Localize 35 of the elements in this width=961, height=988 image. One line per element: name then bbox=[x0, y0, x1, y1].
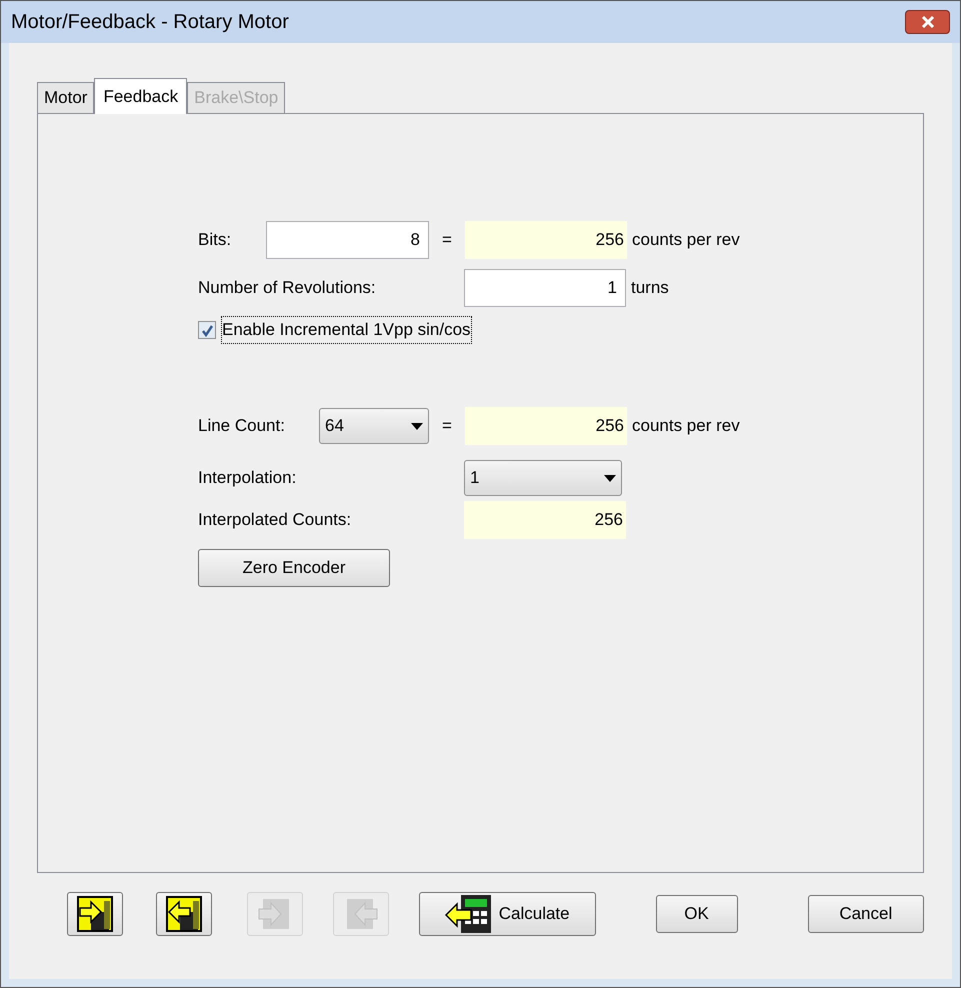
toolbar-button[interactable] bbox=[156, 892, 212, 936]
checkbox-icon bbox=[198, 321, 216, 339]
zero-encoder-button[interactable]: Zero Encoder bbox=[198, 549, 390, 587]
field-label: Line Count: bbox=[198, 415, 286, 438]
dropdown[interactable]: 64 bbox=[319, 408, 429, 444]
unit-label: turns bbox=[631, 277, 669, 300]
field-label: Interpolation: bbox=[198, 467, 298, 490]
toolbar-button[interactable] bbox=[67, 892, 123, 936]
field-label: Number of Revolutions: bbox=[198, 277, 377, 300]
field-label: Interpolated Counts: bbox=[198, 509, 352, 532]
readout-field: 256 bbox=[465, 407, 627, 445]
input-field[interactable]: 1 bbox=[464, 269, 626, 307]
calculate-button[interactable]: Calculate bbox=[418, 892, 596, 936]
field-label: Bits: bbox=[198, 229, 232, 252]
checkbox[interactable]: Enable Incremental 1Vpp sin/cos bbox=[198, 317, 471, 343]
readout-field: 256 bbox=[465, 221, 627, 259]
tab[interactable]: Feedback bbox=[94, 78, 188, 114]
tab[interactable]: Motor bbox=[37, 82, 94, 113]
equals-sign: = bbox=[441, 229, 453, 252]
caret-icon bbox=[411, 422, 423, 430]
input-field[interactable]: 8 bbox=[266, 221, 429, 259]
ok-button[interactable]: OK bbox=[656, 895, 738, 933]
close-button[interactable] bbox=[905, 10, 950, 34]
arrow-out-box-icon bbox=[166, 896, 202, 932]
cancel-button[interactable]: Cancel bbox=[808, 895, 924, 933]
close-icon bbox=[920, 16, 934, 28]
window-title: Motor/Feedback - Rotary Motor bbox=[11, 10, 289, 35]
caret-icon bbox=[604, 474, 616, 482]
dropdown[interactable]: 1 bbox=[464, 460, 622, 496]
equals-sign: = bbox=[441, 415, 453, 438]
unit-label: counts per rev bbox=[632, 229, 740, 252]
calculator-icon bbox=[444, 894, 493, 934]
readout-field: 256 bbox=[464, 501, 626, 539]
unit-label: counts per rev bbox=[632, 415, 740, 438]
arrow-into-box-icon bbox=[76, 896, 113, 932]
